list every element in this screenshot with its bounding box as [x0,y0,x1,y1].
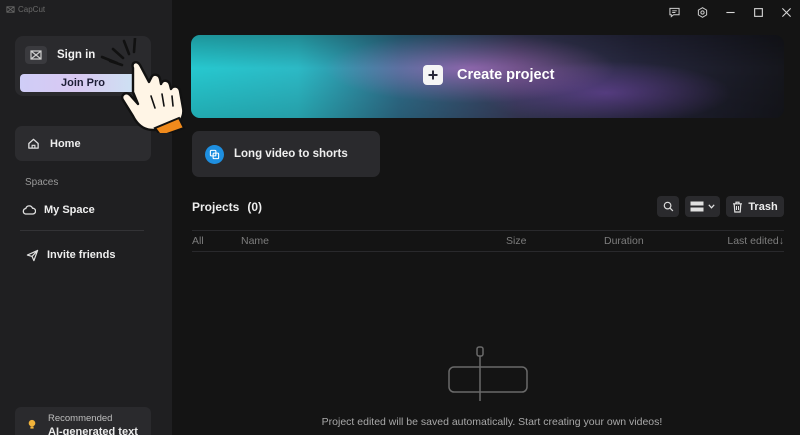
capcut-badge-icon [25,46,47,64]
recommended-label: Recommended [48,413,113,424]
create-project-label: Create project [457,67,555,83]
minimize-icon [725,11,735,13]
chevron-down-icon [708,204,715,209]
empty-state-message: Project edited will be saved automatical… [321,416,663,428]
maximize-icon [753,7,763,17]
long-video-to-shorts-button[interactable]: Long video to shorts [192,131,380,177]
recommended-card[interactable]: Recommended AI-generated text [15,407,151,435]
feedback-button[interactable] [660,0,688,24]
close-icon [781,7,791,17]
minimize-button[interactable] [716,0,744,24]
column-last-edited[interactable]: Last edited↓ [727,235,784,247]
sidebar-item-label: Home [50,137,81,150]
sidebar-item-my-space[interactable]: My Space [15,199,151,221]
projects-title: Projects [192,200,240,214]
column-duration[interactable]: Duration [604,235,644,247]
feedback-icon [668,7,680,18]
app-title-text: CapCut [18,5,46,14]
send-icon [26,249,39,261]
sign-in-button[interactable]: Sign in [25,46,95,64]
sidebar-item-invite-friends[interactable]: Invite friends [15,244,151,266]
search-icon [663,201,673,212]
sign-in-label: Sign in [57,49,96,61]
projects-heading: Projects (0) [192,200,262,214]
settings-button[interactable] [688,0,716,24]
window-controls [660,0,800,24]
close-button[interactable] [772,0,800,24]
sidebar-item-label: Invite friends [47,249,116,261]
recommended-title: AI-generated text [48,426,138,435]
sidebar-item-label: My Space [44,204,95,216]
pointing-hand-icon [100,38,186,133]
empty-projects-illustration [448,346,528,401]
create-project-content: Create project [423,65,555,85]
home-icon [28,138,39,149]
column-name[interactable]: Name [241,235,269,247]
search-button[interactable] [657,196,679,217]
spaces-section-label: Spaces [25,177,59,188]
trash-label: Trash [748,200,778,213]
divider [20,230,144,231]
bulb-icon [28,419,36,429]
trash-icon [733,201,743,213]
projects-table-header: All Name Size Duration Last edited↓ [192,230,784,252]
app-title: CapCut [6,5,45,14]
plus-icon [423,65,443,85]
list-view-icon [690,201,704,212]
capcut-logo-icon [6,6,15,13]
maximize-button[interactable] [744,0,772,24]
trash-button[interactable]: Trash [726,196,784,217]
view-mode-dropdown[interactable] [685,196,720,217]
create-project-button[interactable]: Create project [191,35,784,118]
cloud-icon [22,205,36,215]
shorts-icon [205,144,224,164]
projects-count: (0) [247,200,263,214]
column-size[interactable]: Size [506,235,526,247]
settings-icon [697,6,707,18]
long-video-to-shorts-label: Long video to shorts [234,148,348,160]
column-all[interactable]: All [192,235,204,247]
